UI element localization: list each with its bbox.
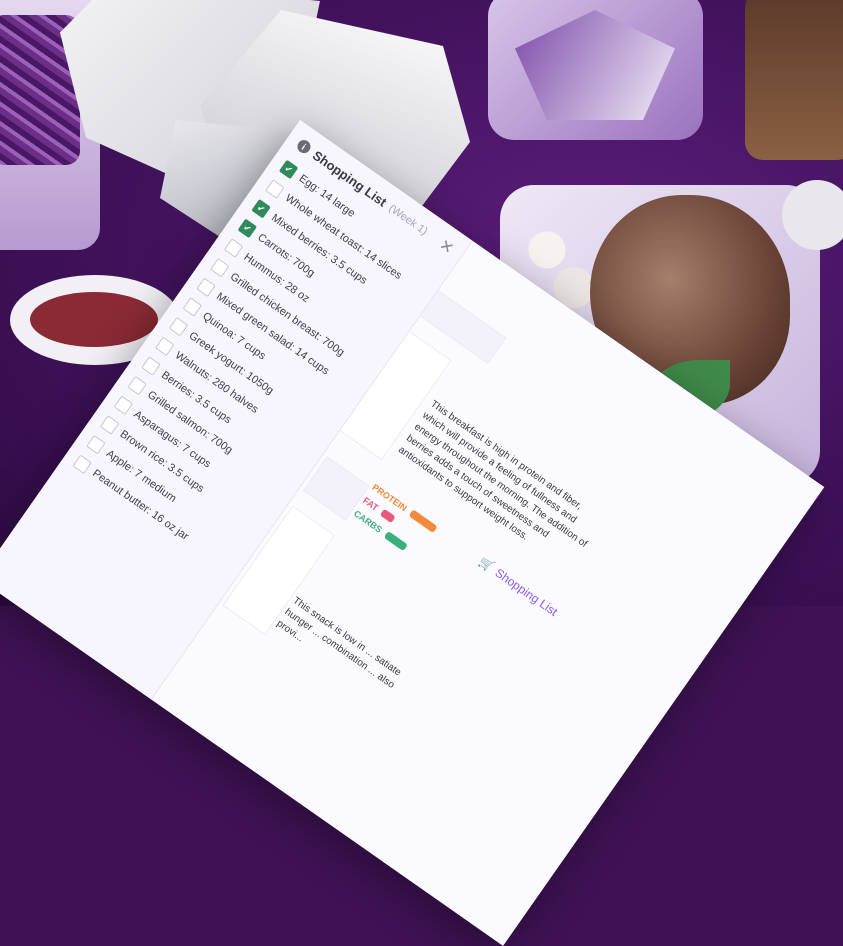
checkbox[interactable]: [210, 257, 230, 278]
checkbox[interactable]: [223, 238, 244, 258]
info-icon[interactable]: i: [294, 137, 314, 156]
checkbox[interactable]: [168, 316, 189, 337]
shopping-list-link[interactable]: 🛒 Shopping List: [476, 554, 560, 619]
checkbox[interactable]: [141, 356, 161, 376]
checkbox[interactable]: [182, 297, 202, 317]
checkbox[interactable]: [72, 454, 92, 475]
checkbox[interactable]: [265, 179, 285, 199]
checkbox-checked[interactable]: ✔: [278, 159, 299, 180]
snack-description: This snack is low in ... satiate hunger …: [274, 595, 403, 691]
checkbox[interactable]: [154, 336, 175, 357]
checkbox-checked[interactable]: ✔: [251, 198, 271, 219]
breakfast-description: This breakfast is high in protein and fi…: [396, 398, 590, 550]
checkbox[interactable]: [86, 434, 106, 455]
checkbox-checked[interactable]: ✔: [237, 218, 258, 239]
checkbox[interactable]: [99, 415, 120, 435]
app-screen: kcal This breakfast is high in protein a…: [0, 0, 843, 946]
shopping-list-link-label: Shopping List: [492, 565, 561, 619]
checkbox[interactable]: [113, 395, 134, 416]
basket-icon: 🛒: [476, 554, 497, 575]
meal-plan-panel: kcal This breakfast is high in protein a…: [0, 120, 825, 946]
checkbox[interactable]: [196, 277, 216, 298]
checkbox[interactable]: [127, 375, 147, 396]
